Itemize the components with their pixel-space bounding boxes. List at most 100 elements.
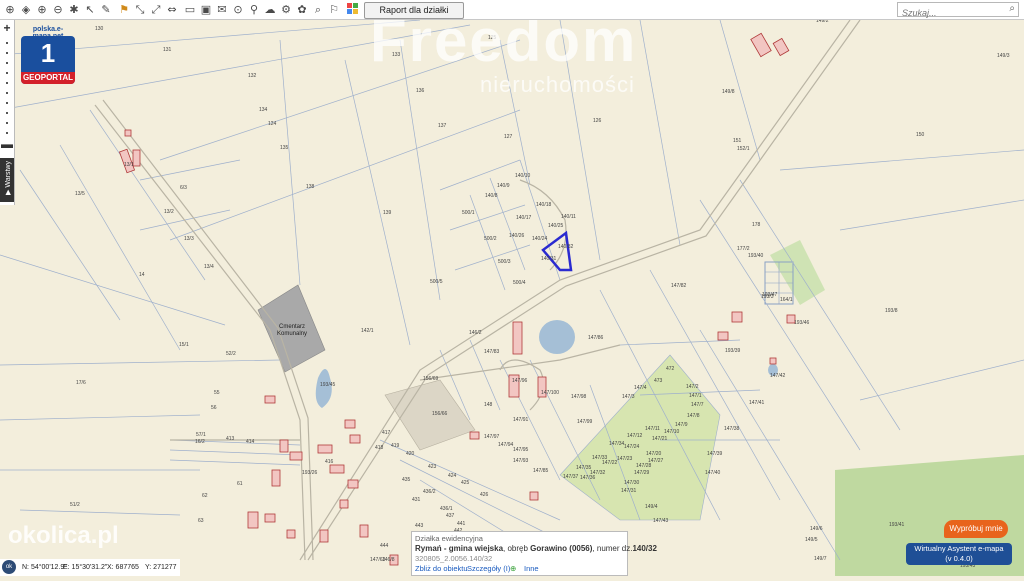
virtual-assistant-button[interactable]: Wirtualny Asystent e-mapa (v 0.4.0): [906, 543, 1012, 565]
parcel-label: 147/28: [636, 463, 652, 469]
search-input[interactable]: [898, 7, 1006, 19]
parcel-label: 147/35: [576, 465, 592, 471]
identify-icon[interactable]: ▣: [199, 3, 213, 17]
share-icon[interactable]: ⚲: [247, 3, 261, 17]
parcel-label: 147/38: [724, 426, 740, 432]
parcel-label: 437: [446, 513, 455, 519]
search-box[interactable]: ⌕: [897, 2, 1019, 19]
parcel-label: 126: [593, 118, 602, 124]
parcel-label: 156/66: [432, 411, 448, 417]
parcel-label: 147/41: [749, 400, 765, 406]
zoom-extent-icon[interactable]: ⊕: [3, 3, 17, 17]
parcel-label: 147/3: [622, 394, 635, 400]
parcel-label: 150: [916, 132, 925, 138]
zoom-out-icon[interactable]: ⊖: [51, 3, 65, 17]
parcel-label: 14: [139, 272, 145, 278]
gear-icon[interactable]: ✿: [295, 3, 309, 17]
parcel-label: 193/26: [302, 470, 318, 476]
logo-number: 1: [40, 38, 56, 68]
more-link[interactable]: Inne: [524, 564, 539, 573]
coord-y: Y: 271277: [145, 564, 177, 571]
search-icon[interactable]: ⌕: [311, 3, 325, 17]
parcel-label: 140/8: [485, 193, 498, 199]
parcel-label: 147/9: [675, 422, 688, 428]
popup-parcel-id: 320805_2.0056.140/32: [415, 554, 493, 563]
parcel-label: 134: [259, 107, 268, 113]
layers-tab[interactable]: ▶ Warstwy: [0, 158, 14, 202]
report-button[interactable]: Raport dla działki: [364, 2, 464, 19]
parcel-label: 147/100: [541, 390, 559, 396]
parcel-label: 472: [666, 366, 675, 372]
parcel-label: 140/31: [541, 256, 557, 262]
parcel-label: 124: [268, 121, 277, 127]
cloud-icon[interactable]: ✉: [215, 3, 229, 17]
parcel-label: 147/39: [707, 451, 723, 457]
parcel-label: 147/96: [512, 378, 528, 384]
parcel-label: 13/3: [184, 236, 194, 242]
parcel-label: 147/34: [609, 441, 625, 447]
parcel-label: 55: [214, 390, 220, 396]
parcel-label: 149/4: [645, 504, 658, 510]
parcel-label: 13/4: [204, 264, 214, 270]
ok-button[interactable]: ok: [2, 560, 16, 574]
parcel-label: 147/29: [634, 470, 650, 476]
parcel-label: 149/3: [997, 53, 1010, 59]
area-icon[interactable]: ▭: [183, 3, 197, 17]
pointer-icon[interactable]: ↖: [83, 3, 97, 17]
details-link[interactable]: Szczegóły (I): [467, 564, 510, 573]
zoom-to-object-link[interactable]: Zbliż do obiektu: [415, 564, 468, 573]
measure-distance-icon[interactable]: ⤡: [133, 3, 147, 17]
parcel-label: 147/91: [513, 417, 529, 423]
logo-url: polska.e-mapa.net: [32, 26, 64, 40]
parcel-label: 147/31: [621, 488, 637, 494]
cemetery-label-line2: Komunalny: [277, 331, 307, 337]
measure-line-icon[interactable]: ⚑: [117, 3, 131, 17]
parcel-label: 138: [306, 184, 315, 190]
color-grid-icon[interactable]: [346, 3, 360, 17]
parcel-label: 147/8: [687, 413, 700, 419]
poi-icon[interactable]: ⚐: [327, 3, 341, 17]
parcel-search-icon[interactable]: ☁: [263, 3, 277, 17]
parcel-label: 147/98: [571, 394, 587, 400]
parcel-label: 147/97: [484, 434, 500, 440]
measure-area-icon[interactable]: ⤢: [149, 3, 163, 17]
parcel-label: 418: [375, 445, 384, 451]
parcel-label: 147/30: [624, 480, 640, 486]
fullscreen-icon[interactable]: ✱: [67, 3, 81, 17]
zoom-slider-handle[interactable]: ▬: [1, 138, 13, 150]
cemetery-label-line1: Cmentarz: [279, 324, 305, 330]
parcel-label: 414: [246, 439, 255, 445]
parcel-label: 148: [484, 402, 493, 408]
parcel-label: 152/1: [737, 146, 750, 152]
panorama-icon[interactable]: ⚙: [279, 3, 293, 17]
parcel-label: 436/1: [440, 506, 453, 512]
map-canvas[interactable]: 130 131 132 133 125 136 134 124 137 127 126 135 138 1…: [0, 0, 1024, 576]
parcel-label: 149/8: [722, 89, 735, 95]
logo-box: 1 GEOPORTAL: [21, 36, 75, 84]
magnifier-icon[interactable]: ⌕: [1009, 3, 1015, 14]
parcel-label: 147/36: [580, 475, 596, 481]
parcel-label: 147/21: [652, 436, 668, 442]
plus-icon[interactable]: ⊕: [510, 564, 516, 573]
popup-municipality: Rymań - gmina wiejska: [415, 544, 504, 553]
parcel-label: 423: [428, 464, 437, 470]
pencil-icon[interactable]: ✎: [99, 3, 113, 17]
parcel-label: 147/4: [634, 385, 647, 391]
parcel-label: 147/82: [671, 283, 687, 289]
parcel-label: 149/2: [816, 20, 829, 24]
popup-precinct: Gorawino (0056): [530, 544, 593, 553]
parcel-label: 147/83: [484, 349, 500, 355]
zoom-in-icon[interactable]: ⊕: [35, 3, 49, 17]
zoom-in-button[interactable]: +: [1, 22, 13, 34]
settings-icon[interactable]: ⊙: [231, 3, 245, 17]
print-icon[interactable]: ⇔: [165, 3, 179, 17]
parcel-label: 149/6: [810, 526, 823, 532]
parcel-label: 142/1: [361, 328, 374, 334]
top-toolbar: ⊕ ◈ ⊕ ⊖ ✱ ↖ ✎ ⚑ ⤡ ⤢ ⇔ ▭ ▣ ✉ ⊙ ⚲ ☁ ⚙ ✿ ⌕ …: [0, 0, 1024, 20]
parcel-label: 147/40: [705, 470, 721, 476]
parcel-label: 147/94: [498, 442, 514, 448]
parcel-label: 193/45: [320, 382, 336, 388]
try-me-bubble[interactable]: Wypróbuj mnie: [944, 520, 1008, 538]
geoportal-logo[interactable]: polska.e-mapa.net 1 GEOPORTAL: [19, 26, 77, 86]
layers-icon[interactable]: ◈: [19, 3, 33, 17]
